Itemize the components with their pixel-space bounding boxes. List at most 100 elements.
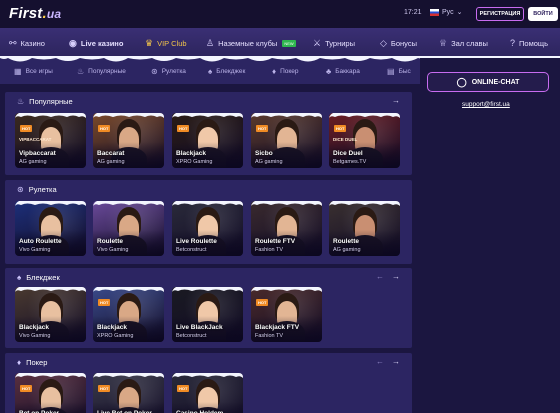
- game-provider: AG gaming: [255, 159, 283, 165]
- nav-item-land-clubs[interactable]: ♙ Наземные клубы NEW: [206, 38, 296, 49]
- game-name: Live Roulette: [176, 238, 217, 245]
- nav-item-bonuses[interactable]: ◇ Бонусы: [380, 38, 417, 49]
- live-casino-icon: ◉: [69, 38, 77, 48]
- online-chat-button[interactable]: ◯ ONLINE-CHAT: [427, 72, 549, 92]
- snow-cap: [172, 373, 243, 378]
- casino-icon: ⚯: [9, 38, 17, 48]
- game-card[interactable]: HOT Baccarat AG gaming: [93, 113, 164, 168]
- snow-cap: [172, 287, 243, 292]
- arrow-right-icon[interactable]: →: [392, 96, 400, 105]
- nav-item-casino[interactable]: ⚯ Казино: [9, 38, 45, 49]
- game-card[interactable]: HOT Sicbo AG gaming: [251, 113, 322, 168]
- top-bar: First.ua 17:21 Рус ⌄ РЕГИСТРАЦИЯ ВОЙТИ: [0, 0, 560, 28]
- nav-label: VIP Club: [157, 39, 187, 48]
- game-card[interactable]: Roulette AG gaming: [329, 201, 400, 256]
- game-card[interactable]: HOT DICE DUEL Dice Duel Betgames.TV: [329, 113, 400, 168]
- category-label: Покер: [280, 68, 299, 75]
- category-popular[interactable]: ♨ Популярные: [77, 67, 126, 76]
- nav-item-tournaments[interactable]: ⚔ Турниры: [313, 38, 355, 49]
- section-title-label[interactable]: Рулетка: [29, 185, 57, 194]
- game-name: Baccarat: [97, 150, 125, 157]
- game-card[interactable]: Auto Roulette Vivo Gaming: [15, 201, 86, 256]
- game-name: Dice Duel: [333, 150, 363, 157]
- snow-cap: [15, 287, 86, 292]
- game-card[interactable]: HOT Blackjack XPRO Gaming: [93, 287, 164, 342]
- game-card[interactable]: HOTLive Bet on Poker: [93, 373, 164, 413]
- game-name: Sicbo: [255, 150, 273, 157]
- game-provider: Fashion TV: [255, 247, 284, 253]
- arrow-right-icon[interactable]: →: [392, 357, 400, 366]
- login-button[interactable]: ВОЙТИ: [528, 7, 558, 21]
- clock: 17:21: [404, 9, 422, 16]
- section-title-label[interactable]: Популярные: [29, 97, 73, 106]
- category-poker[interactable]: ♦ Покер: [272, 67, 299, 76]
- baccarat-icon: ♣: [326, 67, 332, 76]
- category-roulette[interactable]: ⊛ Рулетка: [151, 67, 186, 76]
- nav-label: Турниры: [325, 39, 355, 48]
- game-provider: AG gaming: [333, 247, 361, 253]
- blackjack-icon: ♠: [208, 67, 213, 76]
- game-card[interactable]: HOTCasino Holdem: [172, 373, 243, 413]
- game-provider: Betconstruct: [176, 333, 207, 339]
- game-card[interactable]: HOT VIPBACCARAT Vipbaccarat AG gaming: [15, 113, 86, 168]
- carousel-arrows: ← →: [376, 272, 400, 281]
- nav-item-vip-club[interactable]: ♛ VIP Club: [145, 38, 187, 49]
- category-label: Все игры: [25, 68, 53, 75]
- section-title-label[interactable]: Покер: [26, 358, 47, 367]
- category-fast[interactable]: ▤ Быс: [387, 67, 411, 76]
- snow-cap: [93, 113, 164, 118]
- arrow-left-icon[interactable]: ←: [376, 357, 384, 366]
- game-card[interactable]: HOTBet on Poker: [15, 373, 86, 413]
- nav-item-live-casino[interactable]: ◉ Live казино: [69, 38, 123, 49]
- section-title-label[interactable]: Блекджек: [26, 273, 60, 282]
- game-name: Roulette: [333, 238, 359, 245]
- game-card[interactable]: HOT Blackjack FTV Fashion TV: [251, 287, 322, 342]
- game-provider: Vivo Gaming: [19, 333, 51, 339]
- category-baccarat[interactable]: ♣ Баккара: [326, 67, 360, 76]
- game-provider: XPRO Gaming: [97, 333, 134, 339]
- logo-ua: ua: [46, 7, 62, 21]
- game-provider: AG gaming: [19, 159, 47, 165]
- game-name: Vipbaccarat: [19, 150, 56, 157]
- game-card[interactable]: Roulette FTV Fashion TV: [251, 201, 322, 256]
- nav-label: Помощь: [519, 38, 548, 48]
- game-provider: AG gaming: [97, 159, 125, 165]
- snow-cap: [15, 201, 86, 206]
- hot-badge: HOT: [98, 385, 111, 392]
- card-tag: VIPBACCARAT: [19, 137, 52, 142]
- game-name: Blackjack FTV: [255, 324, 300, 331]
- game-card[interactable]: Live BlackJack Betconstruct: [172, 287, 243, 342]
- nav-item-hall-of-fame[interactable]: ♕ Зал славы: [439, 38, 488, 49]
- category-all-games[interactable]: ▦ Все игры: [14, 67, 53, 76]
- snow-cap: [329, 113, 400, 118]
- chat-label: ONLINE-CHAT: [471, 78, 520, 86]
- category-blackjack[interactable]: ♠ Блекджек: [208, 67, 245, 76]
- new-badge: NEW: [282, 40, 296, 47]
- snow-cap: [172, 201, 243, 206]
- game-name: Live BlackJack: [176, 324, 223, 331]
- game-card[interactable]: Roulette Vivo Gaming: [93, 201, 164, 256]
- game-name: Blackjack: [176, 150, 206, 157]
- snow-cap: [251, 113, 322, 118]
- register-button[interactable]: РЕГИСТРАЦИЯ: [476, 7, 524, 21]
- nav-label: Live казино: [80, 39, 124, 48]
- game-card[interactable]: HOT Blackjack XPRO Gaming: [172, 113, 243, 168]
- hot-badge: HOT: [98, 299, 111, 306]
- nav-item-help[interactable]: ? Помощь: [510, 38, 548, 48]
- site-logo[interactable]: First.ua: [9, 5, 61, 22]
- roulette-icon: ⊛: [151, 67, 158, 76]
- logo-main: First: [9, 5, 43, 22]
- hot-badge: HOT: [334, 125, 347, 132]
- game-card[interactable]: Blackjack Vivo Gaming: [15, 287, 86, 342]
- support-email-link[interactable]: support@first.ua: [462, 101, 510, 108]
- game-provider: Betconstruct: [176, 247, 207, 253]
- game-card[interactable]: Live Roulette Betconstruct: [172, 201, 243, 256]
- section-title: ♠ Блекджек: [17, 273, 60, 282]
- snow-cap: [15, 113, 86, 118]
- card-tag: DICE DUEL: [333, 137, 358, 142]
- arrow-right-icon[interactable]: →: [392, 272, 400, 281]
- nav-label: Бонусы: [390, 39, 417, 48]
- language-selector[interactable]: Рус ⌄: [430, 8, 462, 16]
- arrow-left-icon[interactable]: ←: [376, 272, 384, 281]
- game-provider: Fashion TV: [255, 333, 284, 339]
